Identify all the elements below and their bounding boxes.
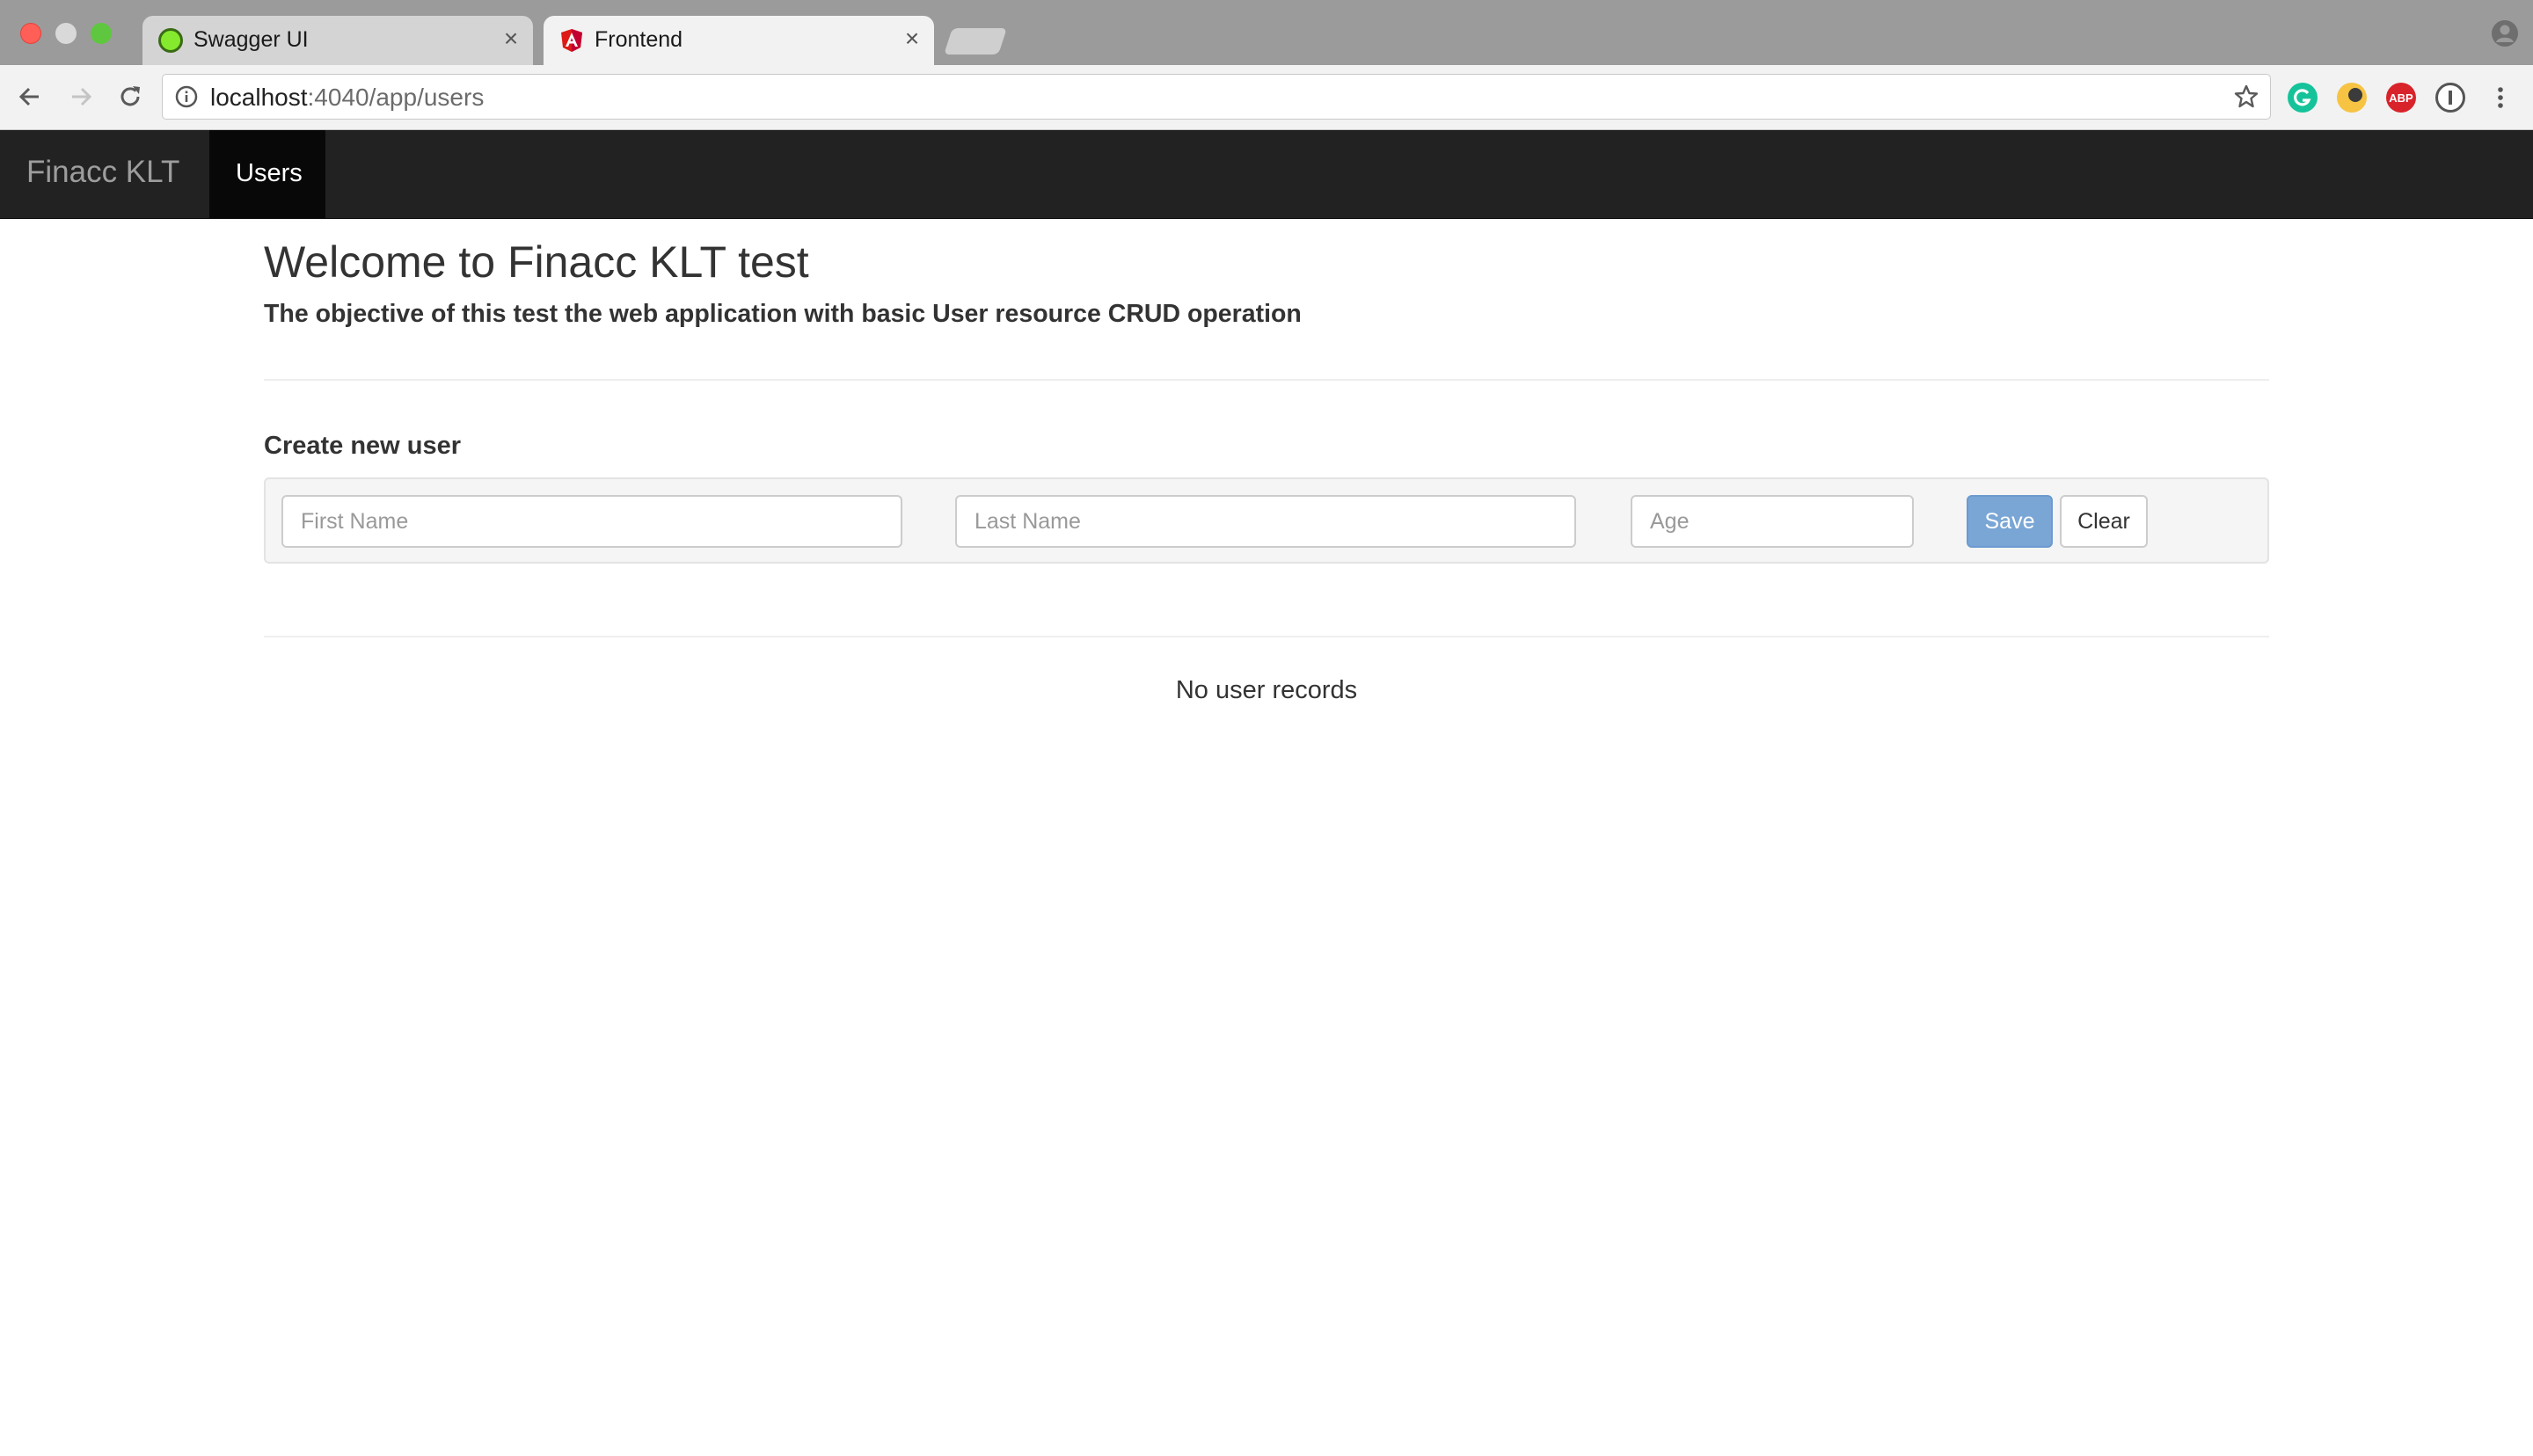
age-input[interactable] bbox=[1631, 495, 1914, 548]
grammarly-icon[interactable] bbox=[2288, 83, 2318, 113]
forward-arrow-icon[interactable] bbox=[65, 81, 97, 113]
tab-title: Swagger UI bbox=[193, 27, 309, 52]
adblock-plus-icon[interactable]: ABP bbox=[2386, 83, 2416, 113]
more-menu-icon[interactable] bbox=[2487, 84, 2514, 111]
divider bbox=[264, 379, 2269, 381]
browser-tab-strip: Swagger UI × Frontend × bbox=[0, 0, 2533, 65]
first-name-input[interactable] bbox=[281, 495, 902, 548]
window-minimize-button[interactable] bbox=[55, 23, 77, 44]
create-user-heading: Create new user bbox=[264, 432, 462, 460]
browser-toolbar: localhost:4040/app/users ABP bbox=[0, 65, 2533, 130]
adblock-plus-label: ABP bbox=[2389, 91, 2413, 105]
divider bbox=[264, 636, 2269, 637]
tab-swagger-ui[interactable]: Swagger UI × bbox=[142, 16, 533, 65]
tab-close-icon[interactable]: × bbox=[899, 26, 925, 51]
page-description: The objective of this test the web appli… bbox=[264, 300, 1302, 328]
url-text: localhost:4040/app/users bbox=[210, 84, 484, 112]
window-zoom-button[interactable] bbox=[91, 23, 112, 44]
dark-mode-icon[interactable] bbox=[2337, 83, 2367, 113]
url-path: :4040/app/users bbox=[307, 84, 485, 111]
profile-icon[interactable] bbox=[2491, 19, 2519, 47]
create-user-form: Save Clear bbox=[264, 477, 2269, 564]
nav-item-users[interactable]: Users bbox=[209, 130, 325, 218]
new-tab-button[interactable] bbox=[944, 28, 1007, 55]
save-button[interactable]: Save bbox=[1967, 495, 2053, 548]
empty-state-message: No user records bbox=[1175, 676, 1358, 704]
tab-frontend[interactable]: Frontend × bbox=[544, 16, 934, 65]
angular-favicon-icon bbox=[561, 29, 582, 52]
info-icon[interactable] bbox=[175, 85, 198, 108]
last-name-input[interactable] bbox=[955, 495, 1576, 548]
onepassword-icon[interactable] bbox=[2435, 83, 2465, 113]
back-arrow-icon[interactable] bbox=[14, 81, 46, 113]
navbar-brand[interactable]: Finacc KLT bbox=[26, 155, 179, 190]
reload-icon[interactable] bbox=[114, 81, 146, 113]
window-close-button[interactable] bbox=[20, 23, 41, 44]
page-title: Welcome to Finacc KLT test bbox=[264, 237, 809, 287]
app-navbar: Finacc KLT Users bbox=[0, 130, 2533, 219]
tab-close-icon[interactable]: × bbox=[498, 26, 524, 51]
address-bar[interactable]: localhost:4040/app/users bbox=[162, 74, 2271, 120]
nav-item-label: Users bbox=[236, 159, 303, 187]
swagger-favicon-icon bbox=[158, 28, 183, 53]
url-host: localhost bbox=[210, 84, 308, 111]
clear-button[interactable]: Clear bbox=[2060, 495, 2148, 548]
tab-title: Frontend bbox=[595, 27, 683, 52]
bookmark-star-icon[interactable] bbox=[2233, 84, 2259, 110]
